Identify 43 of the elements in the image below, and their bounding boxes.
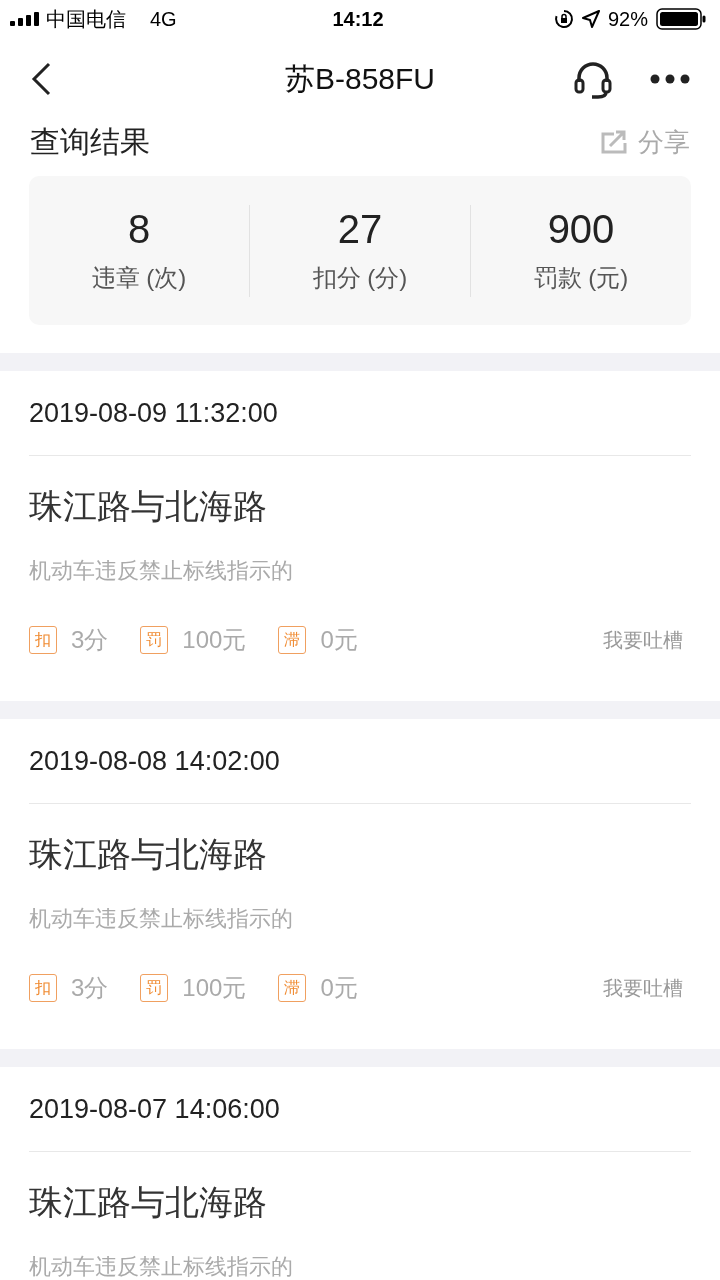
stat-value: 900 [547,207,615,252]
share-button[interactable]: 分享 [600,122,690,162]
rotation-lock-icon [553,9,574,29]
fee-amount: 0元 [320,973,358,1003]
clock-time: 14:12 [332,7,384,31]
fee-tag: 罚 [140,626,169,654]
violation-date: 2019-08-08 14:02:00 [29,719,691,804]
violation-description: 机动车违反禁止标线指示的 [29,557,294,585]
violation-location: 珠江路与北海路 [29,834,268,875]
location-arrow-icon [581,10,600,28]
violation-description: 机动车违反禁止标线指示的 [29,905,294,933]
stat-label: 罚款 (元) [533,263,629,293]
violation-date: 2019-08-09 11:32:00 [29,371,691,456]
share-icon [600,130,628,154]
fee-amount: 100元 [182,973,247,1003]
fee-amount: 100元 [182,625,247,655]
carrier-name: 中国电信 [46,6,126,32]
stat-label: 违章 (次) [91,263,187,293]
fee-amount: 0元 [320,625,358,655]
feedback-link[interactable]: 我要吐槽 [603,974,691,1002]
fee-tag: 罚 [140,974,169,1002]
battery-icon [656,8,706,30]
back-icon[interactable] [30,62,52,96]
more-icon[interactable] [650,74,690,84]
stat-value: 8 [127,207,151,252]
fee-tag: 扣 [29,974,57,1002]
stat-value: 27 [337,207,383,252]
feedback-link[interactable]: 我要吐槽 [603,626,691,654]
section-title: 查询结果 [30,124,150,160]
network-type: 4G [150,7,177,31]
fee-tag: 滞 [278,974,307,1002]
fee-tag: 扣 [29,626,57,654]
fee-tag: 滞 [278,626,307,654]
violation-location: 珠江路与北海路 [29,486,268,527]
violation-date: 2019-08-07 14:06:00 [29,1067,691,1152]
fee-amount: 3分 [71,625,109,655]
fee-amount: 3分 [71,973,109,1003]
violation-description: 机动车违反禁止标线指示的 [29,1253,294,1280]
battery-percent: 92% [607,7,648,31]
page-title: 苏B-858FU [284,60,435,97]
signal-icon [10,12,40,26]
violation-location: 珠江路与北海路 [29,1182,268,1223]
stat-label: 扣分 (分) [312,263,408,293]
